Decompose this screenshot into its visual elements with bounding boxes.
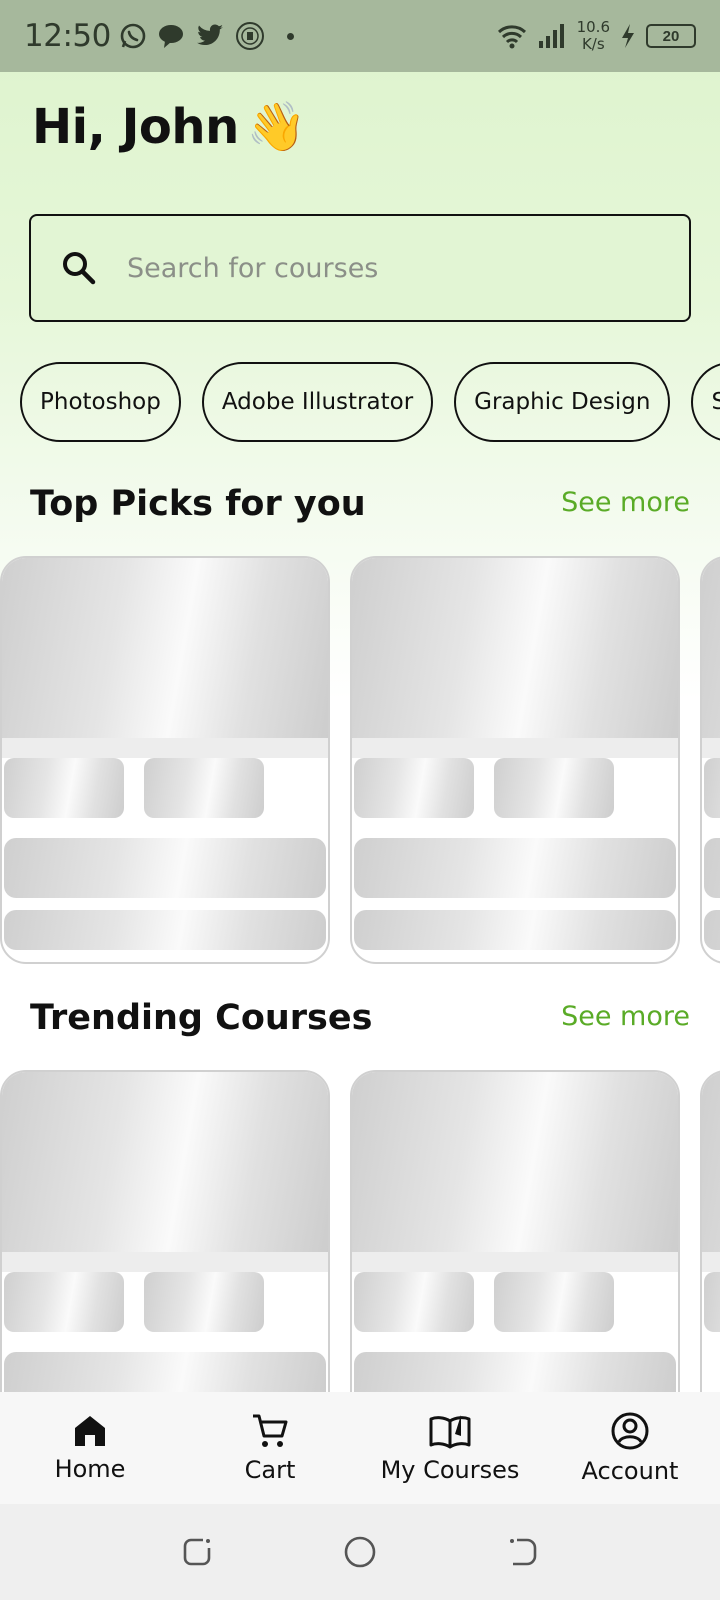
recent-apps-icon[interactable] — [181, 1536, 213, 1568]
nav-home-label: Home — [54, 1455, 126, 1483]
book-icon — [429, 1415, 471, 1449]
card-divider — [352, 738, 678, 758]
course-card-placeholder[interactable] — [350, 1070, 680, 1392]
top-picks-carousel[interactable] — [0, 556, 720, 976]
system-indicators: 10.6 K/s 20 — [497, 19, 696, 53]
charging-icon — [622, 24, 634, 48]
nav-cart-label: Cart — [244, 1456, 296, 1484]
card-tag-skeleton — [4, 1272, 124, 1332]
nav-my-courses[interactable]: My Courses — [360, 1392, 540, 1504]
card-tag-skeleton — [354, 1272, 474, 1332]
card-tag-skeleton — [354, 758, 474, 818]
card-divider — [702, 1252, 720, 1272]
nav-cart[interactable]: Cart — [180, 1392, 360, 1504]
card-subtitle-skeleton — [354, 910, 676, 950]
signal-icon — [538, 24, 564, 48]
whatsapp-icon — [120, 23, 146, 49]
card-subtitle-skeleton — [4, 910, 326, 950]
nav-account[interactable]: Account — [540, 1392, 720, 1504]
card-divider — [702, 738, 720, 758]
twitter-icon — [196, 24, 223, 46]
greeting-text: Hi, John — [32, 99, 239, 155]
top-picks-title: Top Picks for you — [30, 484, 366, 524]
card-tag-skeleton — [494, 1272, 614, 1332]
card-title-skeleton — [354, 1352, 676, 1392]
course-card-placeholder[interactable] — [700, 1070, 720, 1392]
battery-icon: 20 — [646, 24, 696, 48]
card-image-skeleton — [702, 558, 720, 738]
dot-icon — [286, 32, 294, 40]
back-icon[interactable] — [507, 1536, 539, 1568]
card-image-skeleton — [352, 1072, 678, 1252]
wave-emoji: 👋 — [246, 99, 307, 155]
card-image-skeleton — [2, 558, 328, 738]
nav-home[interactable]: Home — [0, 1392, 180, 1504]
card-tag-skeleton — [144, 1272, 264, 1332]
network-speed: 10.6 K/s — [577, 19, 610, 53]
card-tag-skeleton — [4, 758, 124, 818]
card-title-skeleton — [354, 838, 676, 898]
course-card-placeholder[interactable] — [0, 1070, 330, 1392]
card-divider — [352, 1252, 678, 1272]
top-picks-see-more-link[interactable]: See more — [561, 487, 690, 518]
net-speed-value: 10.6 — [576, 18, 610, 36]
card-image-skeleton — [2, 1072, 328, 1252]
trending-title: Trending Courses — [30, 998, 373, 1038]
card-tag-skeleton — [494, 758, 614, 818]
chip-sketch[interactable]: Sketch — [691, 362, 720, 442]
system-navigation-bar — [0, 1504, 720, 1600]
course-card-placeholder[interactable] — [0, 556, 330, 964]
chip-adobe-illustrator[interactable]: Adobe Illustrator — [201, 362, 434, 442]
home-button-icon[interactable] — [343, 1535, 377, 1569]
card-title-skeleton — [704, 838, 720, 898]
chat-bubble-icon — [158, 25, 183, 48]
chip-graphic-design[interactable]: Graphic Design — [454, 362, 671, 442]
greeting-title: Hi, John 👋 — [32, 98, 307, 155]
nav-my-courses-label: My Courses — [380, 1456, 520, 1484]
card-tag-skeleton — [144, 758, 264, 818]
category-chips: Photoshop Adobe Illustrator Graphic Desi… — [20, 362, 720, 442]
card-tag-skeleton — [704, 758, 720, 818]
card-image-skeleton — [702, 1072, 720, 1252]
card-title-skeleton — [4, 1352, 326, 1392]
search-box[interactable] — [29, 214, 691, 322]
trending-see-more-link[interactable]: See more — [561, 1001, 690, 1032]
net-speed-unit: K/s — [581, 35, 605, 53]
status-bar: 12:50 10.6 K/s 20 — [0, 0, 720, 72]
battery-level: 20 — [662, 27, 680, 45]
account-icon — [611, 1412, 649, 1450]
card-divider — [2, 738, 328, 758]
card-divider — [2, 1252, 328, 1272]
club-crest-icon — [235, 22, 264, 50]
nav-account-label: Account — [581, 1457, 679, 1485]
search-input[interactable] — [127, 252, 647, 284]
notification-icons — [119, 21, 294, 51]
trending-carousel[interactable] — [0, 1070, 720, 1392]
search-icon — [63, 252, 96, 285]
card-subtitle-skeleton — [704, 910, 720, 950]
cart-icon — [253, 1414, 288, 1447]
card-title-skeleton — [4, 838, 326, 898]
wifi-icon — [497, 25, 526, 49]
card-image-skeleton — [352, 558, 678, 738]
chip-photoshop[interactable]: Photoshop — [20, 362, 181, 442]
course-card-placeholder[interactable] — [350, 556, 680, 964]
course-card-placeholder[interactable] — [700, 556, 720, 964]
home-icon — [75, 1416, 105, 1446]
bottom-navigation: Home Cart My Courses Account — [0, 1392, 720, 1504]
card-tag-skeleton — [704, 1272, 720, 1332]
status-time: 12:50 — [24, 18, 111, 54]
